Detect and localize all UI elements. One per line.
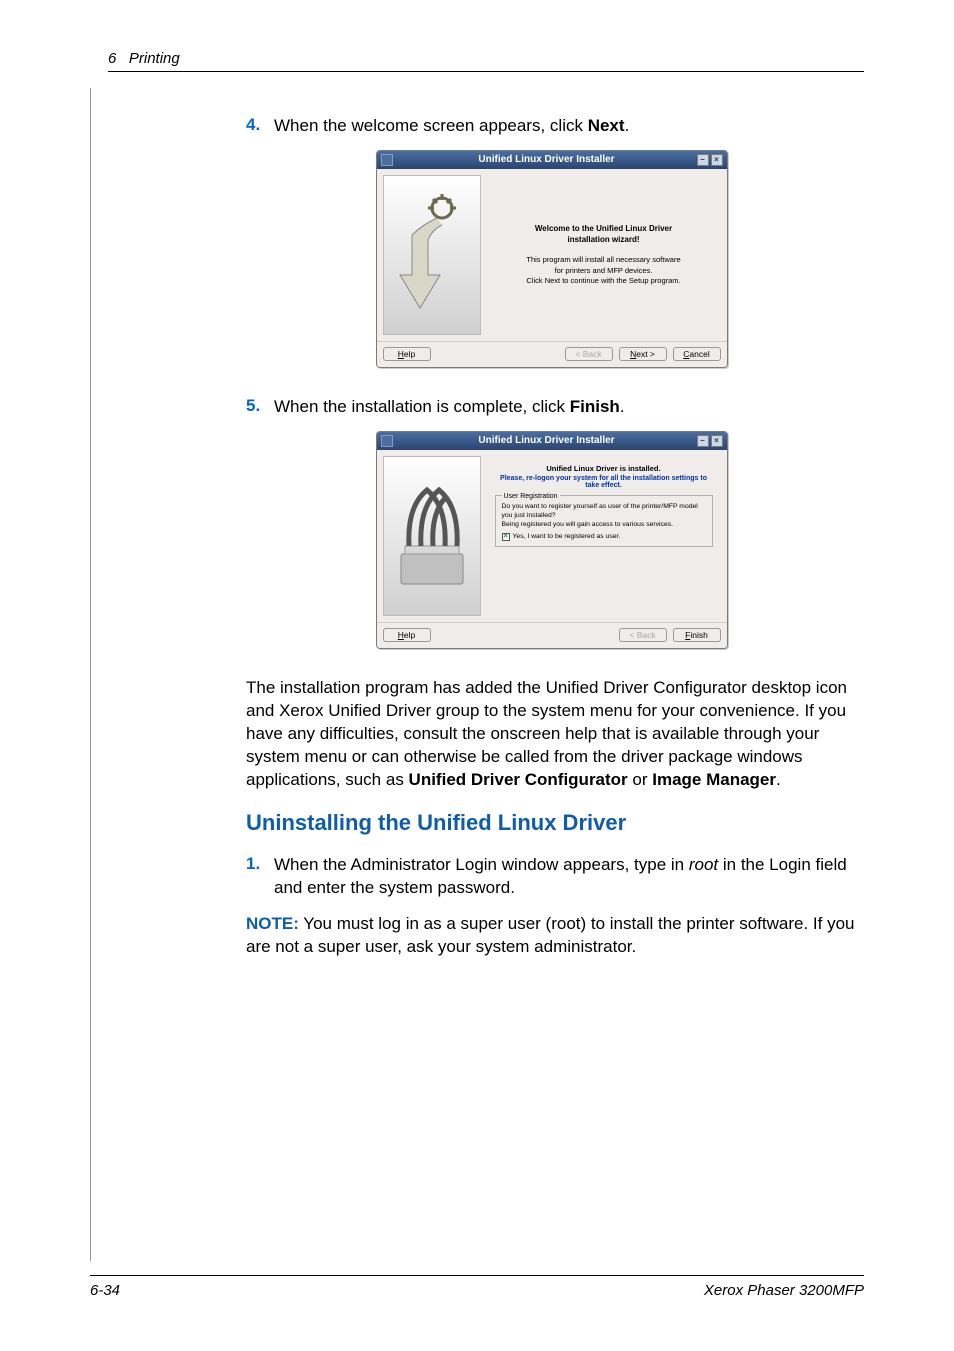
step-number: 4.	[246, 115, 274, 135]
fieldset-body-text: Do you want to register yourself as user…	[502, 503, 706, 542]
user-registration-fieldset: User Registration Do you want to registe…	[495, 495, 713, 547]
dialog-titlebar: Unified Linux Driver Installer – ×	[377, 432, 727, 450]
minimize-button[interactable]: –	[697, 154, 709, 166]
dialog-titlebar: Unified Linux Driver Installer – ×	[377, 151, 727, 169]
product-name: Xerox Phaser 3200MFP	[704, 1282, 864, 1299]
close-button[interactable]: ×	[711, 435, 723, 447]
step-text: When the installation is complete, click…	[274, 396, 857, 419]
dialog-installed-msg: Unified Linux Driver is installed.	[493, 464, 715, 473]
step-text: When the welcome screen appears, click N…	[274, 115, 857, 138]
next-button[interactable]: Next >	[619, 347, 667, 361]
minimize-button[interactable]: –	[697, 435, 709, 447]
register-checkbox[interactable]: ✕	[502, 533, 510, 541]
installer-dialog-finish: Unified Linux Driver Installer – ×	[376, 431, 728, 649]
cancel-button[interactable]: Cancel	[673, 347, 721, 361]
page-number: 6-34	[90, 1282, 120, 1299]
step-number: 5.	[246, 396, 274, 416]
step-4: 4. When the welcome screen appears, clic…	[246, 115, 857, 138]
section-heading-uninstalling: Uninstalling the Unified Linux Driver	[246, 810, 857, 836]
page-header: 6 Printing	[0, 50, 954, 78]
dialog-sidebar-image	[383, 456, 481, 616]
dialog-title: Unified Linux Driver Installer	[397, 435, 697, 446]
chapter-title: Printing	[129, 50, 180, 67]
dialog-sidebar-image	[383, 175, 481, 335]
dialog-title: Unified Linux Driver Installer	[397, 154, 697, 165]
help-button[interactable]: Help	[383, 347, 431, 361]
step-number: 1.	[246, 854, 274, 874]
body-paragraph: The installation program has added the U…	[246, 677, 857, 792]
note-label: NOTE:	[246, 914, 299, 933]
note-paragraph: NOTE: You must log in as a super user (r…	[246, 913, 857, 959]
back-button: < Back	[619, 628, 667, 642]
back-button: < Back	[565, 347, 613, 361]
help-button[interactable]: Help	[383, 628, 431, 642]
checkbox-label: Yes, I want to be registered as user.	[513, 533, 621, 542]
page-footer: 6-34 Xerox Phaser 3200MFP	[90, 1275, 864, 1299]
fieldset-legend: User Registration	[502, 493, 560, 500]
dialog-relogon-msg: Please, re-logon your system for all the…	[493, 475, 715, 489]
dialog-message-area: Welcome to the Unified Linux Driver inst…	[487, 175, 721, 335]
step-5: 5. When the installation is complete, cl…	[246, 396, 857, 419]
window-icon	[381, 435, 393, 447]
step-1: 1. When the Administrator Login window a…	[246, 854, 857, 900]
close-button[interactable]: ×	[711, 154, 723, 166]
finish-button[interactable]: Finish	[673, 628, 721, 642]
dialog-message-area: Unified Linux Driver is installed. Pleas…	[487, 456, 721, 616]
left-margin-rule	[90, 88, 91, 1261]
step-text: When the Administrator Login window appe…	[274, 854, 857, 900]
installer-dialog-welcome: Unified Linux Driver Installer – ×	[376, 150, 728, 368]
chapter-number: 6	[108, 50, 116, 67]
window-icon	[381, 154, 393, 166]
